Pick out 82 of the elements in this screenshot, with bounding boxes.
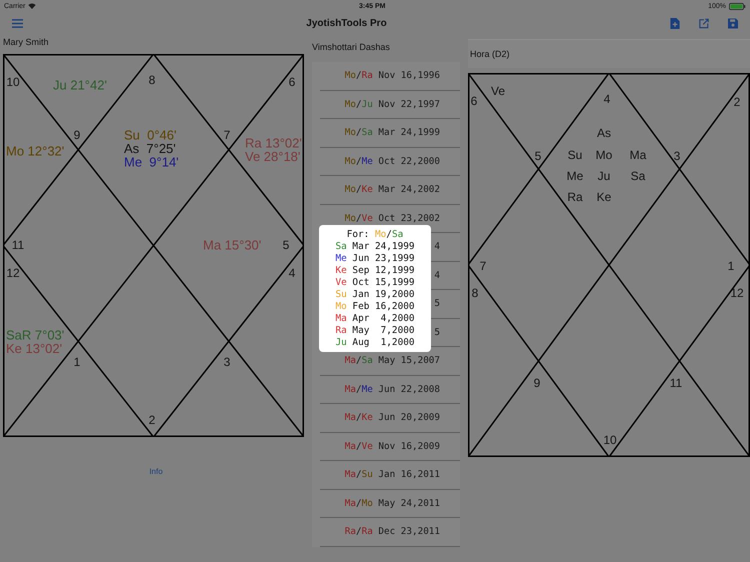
sub-period-row: Ke Sep 12,1999 xyxy=(335,264,415,276)
sub-period-row: Ma Apr 4,2000 xyxy=(335,312,415,324)
popup-heading: For: Mo/Sa xyxy=(346,228,404,240)
dasha-period[interactable]: 5 xyxy=(434,298,440,310)
planet-label: Ju xyxy=(598,169,610,183)
planet-label: Me xyxy=(566,169,584,183)
dasha-period[interactable]: Ra/Ra Dec 23,2011 xyxy=(344,526,440,538)
battery-icon xyxy=(728,2,746,10)
house-number: 3 xyxy=(224,355,230,369)
house-number: 11 xyxy=(12,238,24,252)
house-number: 7 xyxy=(480,259,486,273)
house-number: 9 xyxy=(74,128,80,142)
dasha-period[interactable]: Ma/Mo May 24,2011 xyxy=(344,498,440,509)
dasha-period[interactable]: 5 xyxy=(434,326,440,338)
app-title: JyotishTools Pro xyxy=(306,18,387,28)
dasha-period[interactable]: Mo/Ve Oct 23,2002 xyxy=(344,212,440,224)
house-number: 11 xyxy=(670,376,682,390)
planet-label: Ve xyxy=(491,84,505,98)
house-number: 12 xyxy=(730,286,744,300)
wifi-icon xyxy=(28,3,36,9)
planet-label: Sa xyxy=(630,169,646,183)
house-number: 12 xyxy=(6,266,20,280)
house-number: 1 xyxy=(728,259,734,273)
planet-position: Ma 15°30' xyxy=(203,238,262,252)
house-number: 9 xyxy=(534,376,540,390)
house-number: 4 xyxy=(604,92,610,106)
sub-period-row: Ra May 7,2000 xyxy=(335,324,415,336)
dasha-period[interactable]: Mo/Me Oct 22,2000 xyxy=(344,156,440,167)
dasha-period[interactable]: Mo/Ke Mar 24,2002 xyxy=(344,184,440,196)
new-file-icon[interactable] xyxy=(670,18,680,28)
house-number: 6 xyxy=(470,94,478,108)
planet-position: Su 0°46' xyxy=(124,128,176,142)
dashas-heading: Vimshottari Dashas xyxy=(312,42,391,54)
dasha-period[interactable]: Mo/Ju Nov 22,1997 xyxy=(344,98,440,110)
house-number: 5 xyxy=(534,149,542,163)
dasha-period[interactable]: Mo/Sa Mar 24,1999 xyxy=(344,127,440,138)
sub-period-row: Ju Aug 1,2000 xyxy=(335,336,415,348)
sub-period-row: Me Jun 23,1999 xyxy=(335,252,415,264)
house-number: 1 xyxy=(74,355,80,369)
house-number: 10 xyxy=(603,433,617,447)
house-number: 4 xyxy=(288,266,296,280)
sub-period-row: Ve Oct 15,1999 xyxy=(335,276,415,288)
planet-position: Ke 13°02' xyxy=(6,341,62,356)
planet-label: Ra xyxy=(567,190,583,204)
planet-position: Me 9°14' xyxy=(124,154,179,170)
house-number: 8 xyxy=(472,286,478,300)
planet-label: Mo xyxy=(596,148,612,162)
house-number: 5 xyxy=(282,238,290,252)
planet-label: Ma xyxy=(630,148,646,162)
house-number: 6 xyxy=(288,75,296,89)
person-name: Mary Smith xyxy=(3,37,50,49)
planet-label: Ke xyxy=(596,190,612,204)
sub-period-row: Mo Feb 16,2000 xyxy=(335,300,415,312)
dasha-period[interactable]: Ma/Me Jun 22,2008 xyxy=(344,384,440,395)
planet-position: Ve 28°18' xyxy=(245,149,300,164)
house-number: 2 xyxy=(734,95,740,109)
dasha-period[interactable]: 4 xyxy=(434,241,440,252)
house-number: 10 xyxy=(6,75,20,89)
dasha-period[interactable]: Ma/Su Jan 16,2011 xyxy=(344,469,440,480)
planet-label: As xyxy=(597,126,611,140)
chart-title: Hora (D2) xyxy=(470,49,510,59)
sub-period-row: Su Jan 19,2000 xyxy=(335,288,415,300)
house-number: 8 xyxy=(148,73,156,87)
planet-position: Ju 21°42' xyxy=(53,78,107,92)
house-number: 2 xyxy=(148,413,156,427)
planet-position: Ra 13°02' xyxy=(245,136,302,150)
dasha-period[interactable]: Ma/Ke Jun 20,2009 xyxy=(344,412,440,424)
dasha-period[interactable]: Ma/Ve Nov 16,2009 xyxy=(344,440,440,452)
info-link[interactable]: Info xyxy=(147,467,163,476)
house-number: 3 xyxy=(674,149,680,163)
planet-position: SaR 7°03' xyxy=(6,328,64,342)
planet-label: Su xyxy=(568,148,582,162)
sub-period-row: Sa Mar 24,1999 xyxy=(335,240,415,252)
dasha-period[interactable]: Ma/Sa May 15,2007 xyxy=(344,355,440,366)
dasha-period[interactable]: Mo/Ra Nov 16,1996 xyxy=(344,70,440,82)
menu-icon[interactable] xyxy=(12,18,23,28)
share-icon[interactable] xyxy=(698,18,709,28)
planet-position: As 7°25' xyxy=(124,141,176,156)
house-number: 7 xyxy=(224,128,230,142)
planet-position: Mo 12°32' xyxy=(6,144,64,158)
dasha-period[interactable]: 4 xyxy=(434,270,440,281)
save-icon[interactable] xyxy=(728,18,738,28)
